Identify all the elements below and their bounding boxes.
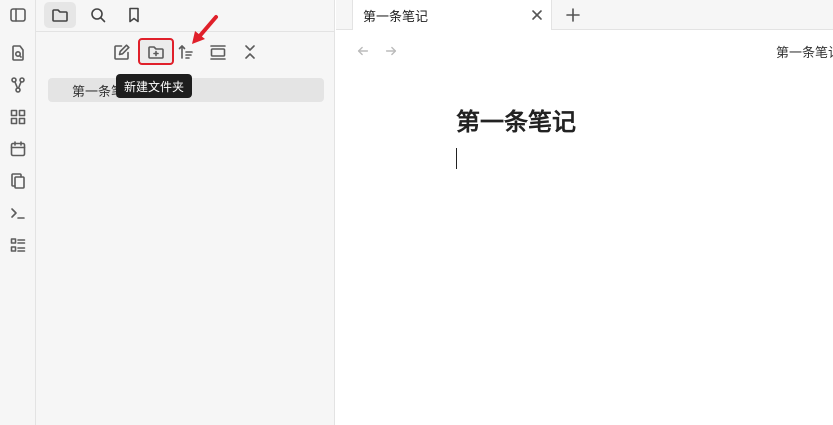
calendar-icon[interactable]	[4, 136, 32, 162]
back-arrow-icon[interactable]	[354, 42, 372, 60]
close-icon[interactable]	[529, 7, 545, 23]
forward-arrow-icon[interactable]	[382, 42, 400, 60]
annotation-arrow	[192, 15, 218, 44]
ribbon	[0, 0, 36, 425]
file-search-icon[interactable]	[4, 40, 32, 66]
new-tab-icon[interactable]	[562, 4, 584, 26]
view-header: 第一条笔记	[336, 32, 833, 68]
tab-note[interactable]: 第一条笔记	[352, 0, 552, 30]
view-header-title[interactable]: 第一条笔记	[776, 42, 833, 61]
text-cursor	[456, 148, 457, 169]
new-note-icon[interactable]	[108, 39, 136, 65]
copy-icon[interactable]	[4, 168, 32, 194]
tab-label: 第一条笔记	[363, 9, 429, 25]
list-icon[interactable]	[4, 232, 32, 258]
obsidian-window: 第一条笔记 新建文件夹 第一条笔记 第一条笔 第一条笔记	[0, 0, 833, 425]
note-title[interactable]: 第一条笔记	[456, 102, 576, 137]
folder-icon[interactable]	[44, 2, 76, 28]
bookmark-icon[interactable]	[118, 2, 150, 28]
collapse-icon[interactable]	[236, 39, 264, 65]
search-icon[interactable]	[82, 2, 114, 28]
file-explorer-sidebar: 第一条笔记 新建文件夹	[36, 0, 335, 425]
graph-icon[interactable]	[4, 72, 32, 98]
sidebar-toggle-icon[interactable]	[4, 2, 32, 28]
terminal-icon[interactable]	[4, 200, 32, 226]
tab-bar: 第一条笔记	[336, 0, 833, 30]
grid-icon[interactable]	[4, 104, 32, 130]
main-pane: 第一条笔记 第一条笔记 第一条笔记	[336, 0, 833, 425]
new-folder-icon[interactable]	[138, 38, 174, 65]
new-folder-tooltip: 新建文件夹	[116, 74, 193, 98]
